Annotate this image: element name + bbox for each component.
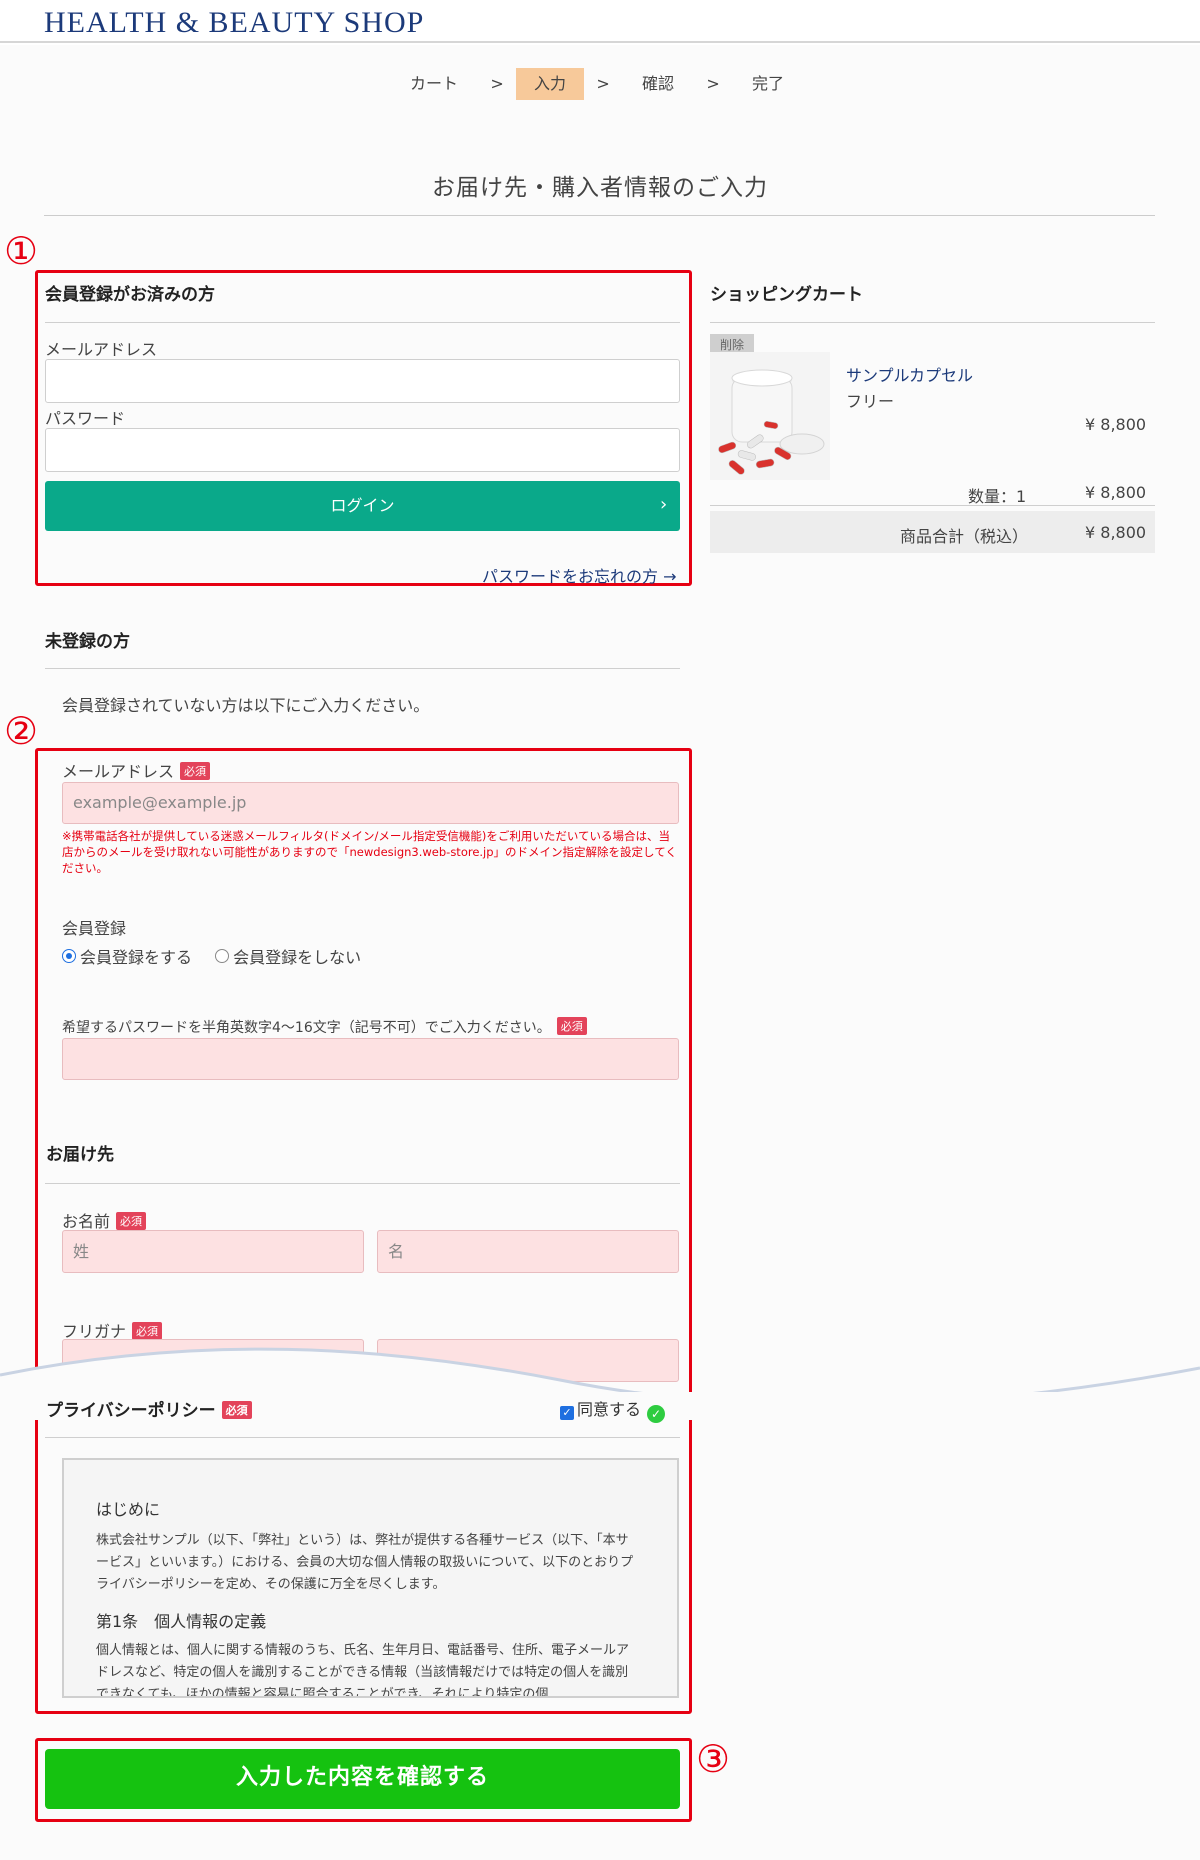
radio-selected-icon — [62, 949, 76, 963]
chevron-right-icon: › — [660, 494, 668, 515]
login-email-label: メールアドレス — [45, 340, 158, 359]
cart-item-quantity: 数量：1 — [968, 487, 1027, 506]
divider — [45, 668, 680, 669]
guest-email-placeholder: example@example.jp — [73, 793, 247, 812]
step-confirm: 確認 — [642, 74, 675, 93]
radio-register-no-label: 会員登録をしない — [233, 948, 362, 967]
check-circle-icon: ✓ — [647, 1405, 666, 1423]
guest-heading: 未登録の方 — [45, 632, 130, 652]
password-hint-text: 希望するパスワードを半角英数字4〜16文字（記号不可）でご入力ください。 — [62, 1020, 551, 1036]
step-separator: > — [596, 74, 610, 93]
privacy-agree-checkbox[interactable]: ✓ 同意する ✓ — [560, 1396, 666, 1423]
login-button-label: ログイン — [330, 496, 395, 515]
step-separator: > — [706, 74, 720, 93]
guest-intro: 会員登録されていない方は以下にご入力ください。 — [62, 696, 430, 715]
privacy-agree-label: 同意する — [577, 1400, 642, 1419]
annotation-2: ② — [4, 709, 39, 753]
title-divider — [44, 215, 1155, 216]
cart-item-price: ¥ 8,800 — [1085, 415, 1147, 434]
name-label: お名前 必須 — [62, 1208, 147, 1232]
required-badge: 必須 — [556, 1017, 587, 1035]
step-separator: > — [490, 74, 504, 93]
divider — [710, 505, 1155, 506]
forgot-password-link[interactable]: パスワードをお忘れの方 → — [482, 563, 677, 587]
login-password-label: パスワード — [45, 409, 126, 428]
cart-subtotal-value: ¥ 8,800 — [1085, 523, 1147, 542]
last-name-placeholder: 姓 — [73, 1242, 90, 1261]
guest-email-input[interactable]: example@example.jp — [62, 782, 679, 824]
annotation-3: ③ — [696, 1737, 731, 1781]
annotation-1: ① — [4, 229, 39, 273]
policy-section-title: はじめに — [96, 1500, 161, 1519]
page-title: お届け先・購入者情報のご入力 — [432, 175, 768, 201]
register-radio-group: 会員登録をする 会員登録をしない — [62, 944, 379, 968]
step-complete: 完了 — [752, 74, 785, 93]
confirm-submit-label: 入力した内容を確認する — [235, 1765, 489, 1790]
login-button[interactable]: ログイン — [45, 481, 680, 531]
last-name-input[interactable]: 姓 — [62, 1230, 364, 1273]
guest-email-label-text: メールアドレス — [62, 762, 175, 781]
password-hint-label: 希望するパスワードを半角英数字4〜16文字（記号不可）でご入力ください。 必須 — [62, 1017, 587, 1037]
radio-register-yes[interactable]: 会員登録をする — [62, 944, 192, 968]
cart-item-name[interactable]: サンプルカプセル — [846, 362, 973, 386]
email-filter-warning: ※携帯電話各社が提供している迷惑メールフィルタ(ドメイン/メール指定受信機能)を… — [62, 829, 677, 875]
divider — [45, 1183, 680, 1184]
guest-email-label: メールアドレス 必須 — [62, 758, 211, 782]
checkout-steps: カート > 入力 > 確認 > 完了 — [390, 68, 810, 100]
privacy-heading: プライバシーポリシー 必須 — [46, 1396, 252, 1421]
site-logo[interactable]: HEALTH & BEAUTY SHOP — [44, 6, 424, 40]
cart-heading: ショッピングカート — [710, 285, 863, 305]
product-image[interactable] — [710, 352, 830, 480]
policy-section-text: 個人情報とは、個人に関する情報のうち、氏名、生年月日、電話番号、住所、電子メール… — [96, 1643, 630, 1698]
policy-section-text: 株式会社サンプル（以下、「弊社」という）は、弊社が提供する各種サービス（以下、「… — [96, 1533, 634, 1592]
name-label-text: お名前 — [62, 1212, 111, 1231]
required-badge: 必須 — [180, 762, 211, 780]
privacy-policy-scrollbox[interactable]: はじめに 株式会社サンプル（以下、「弊社」という）は、弊社が提供する各種サービス… — [62, 1458, 679, 1698]
divider — [45, 322, 680, 323]
login-password-input[interactable] — [45, 428, 680, 472]
privacy-heading-text: プライバシーポリシー — [46, 1401, 216, 1421]
login-email-input[interactable] — [45, 359, 680, 403]
radio-register-no[interactable]: 会員登録をしない — [215, 944, 361, 968]
step-input: 入力 — [516, 68, 585, 100]
step-cart: カート — [410, 74, 459, 93]
required-badge: 必須 — [132, 1322, 163, 1340]
cart-line-total: ¥ 8,800 — [1085, 483, 1147, 502]
policy-section-title: 第1条 個人情報の定義 — [96, 1612, 267, 1631]
capsule-bottle-illustration — [710, 352, 830, 480]
first-name-input[interactable]: 名 — [377, 1230, 679, 1273]
first-name-placeholder: 名 — [388, 1242, 405, 1261]
divider — [710, 322, 1155, 323]
member-login-heading: 会員登録がお済みの方 — [45, 285, 215, 305]
checkbox-checked-icon: ✓ — [560, 1406, 574, 1420]
required-badge: 必須 — [116, 1212, 147, 1230]
radio-unselected-icon — [215, 949, 230, 963]
divider — [45, 1437, 680, 1438]
required-badge: 必須 — [221, 1401, 252, 1419]
guest-password-input[interactable] — [62, 1038, 679, 1080]
cart-item-variant: フリー — [846, 392, 895, 411]
delivery-heading: お届け先 — [46, 1145, 114, 1165]
radio-register-yes-label: 会員登録をする — [80, 948, 193, 967]
register-label: 会員登録 — [62, 919, 127, 938]
cart-subtotal-label: 商品合計（税込） — [900, 527, 1029, 546]
confirm-submit-button[interactable]: 入力した内容を確認する — [45, 1749, 680, 1809]
